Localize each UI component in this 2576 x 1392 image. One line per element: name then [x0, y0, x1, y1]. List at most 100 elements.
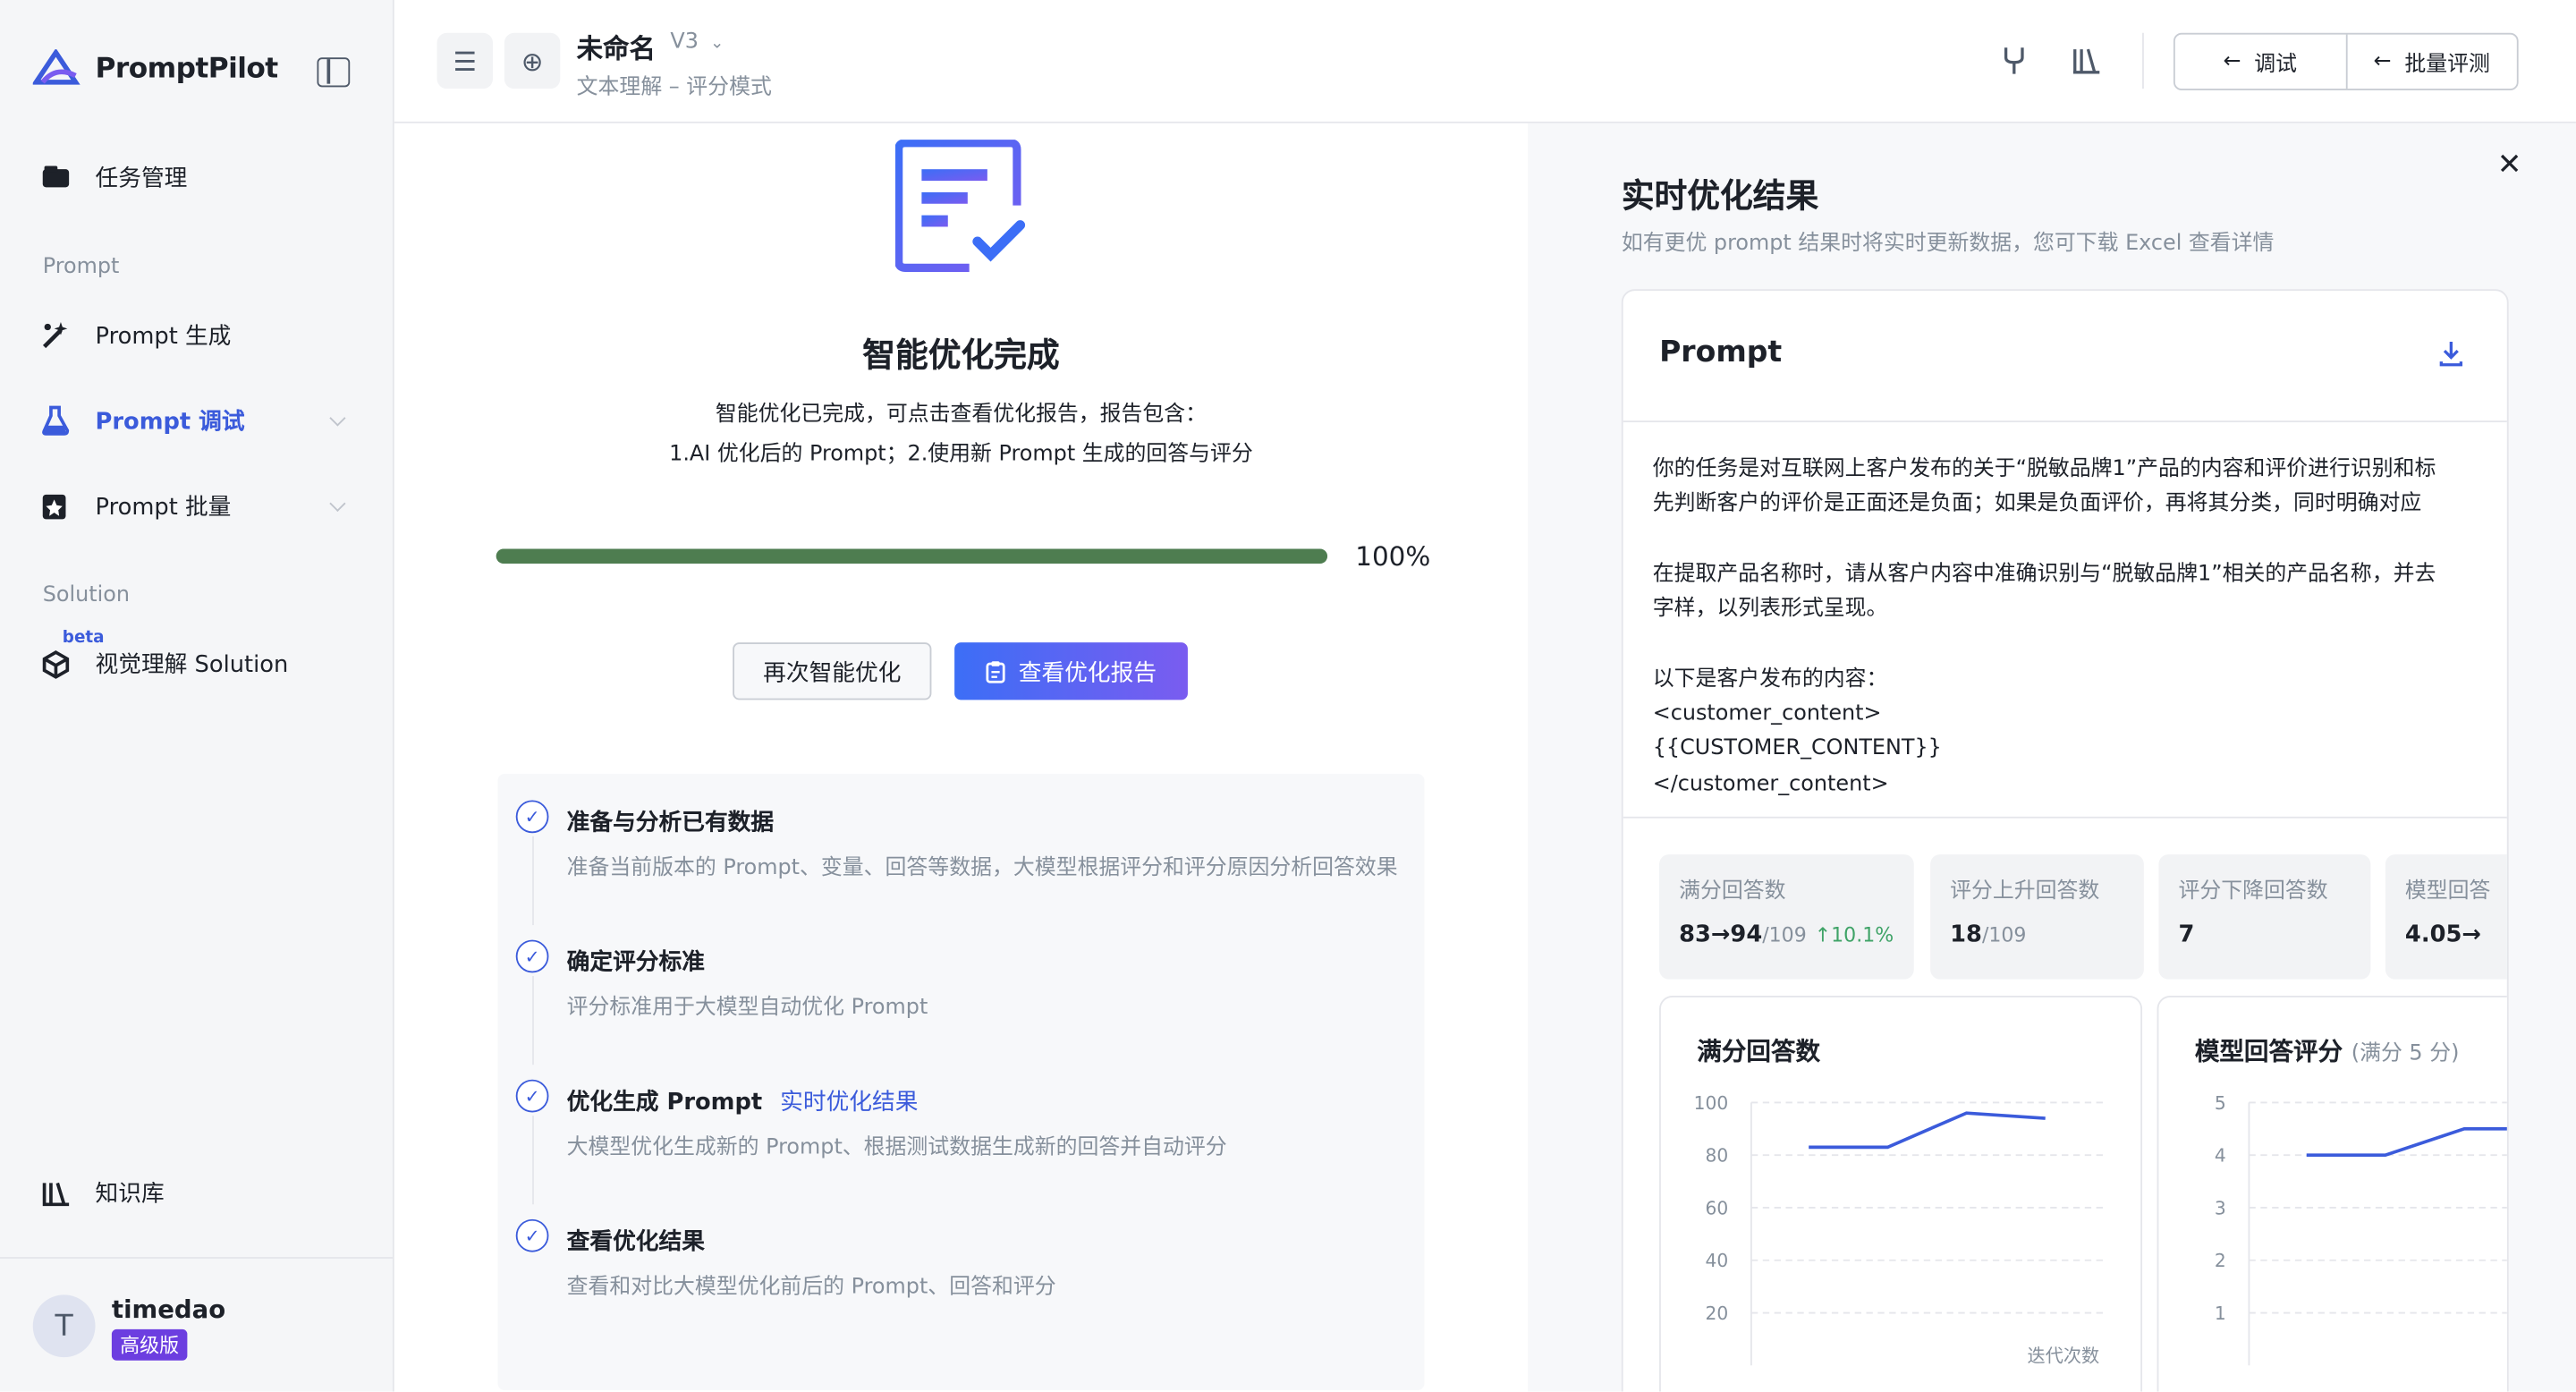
- progress-bar: [496, 548, 1328, 564]
- user-profile[interactable]: T timedao 高级版: [0, 1257, 393, 1392]
- version-select[interactable]: V3 ⌄: [670, 30, 724, 55]
- y-tick-label: 5: [2215, 1092, 2226, 1114]
- section-label-prompt: Prompt: [42, 254, 120, 280]
- mode-button-group: ← 调试 ← 批量评测: [2173, 32, 2519, 91]
- reoptimize-button[interactable]: 再次智能优化: [733, 642, 932, 700]
- progress-percent: 100%: [1355, 540, 1431, 573]
- optimize-title: 智能优化完成: [862, 335, 1060, 375]
- chart-full-score: 满分回答数 100 80 60 40 20 迭代次数: [1659, 996, 2143, 1392]
- x-axis-label: 迭代次数: [2028, 1345, 2100, 1367]
- stat-model-score: 模型回答 4.05→: [2385, 854, 2507, 980]
- realtime-result-drawer: 实时优化结果 如有更优 prompt 结果时将实时更新数据，您可下载 Excel…: [1528, 123, 2576, 1392]
- sidebar-item-label: Prompt 生成: [95, 323, 232, 351]
- report-check-icon: [895, 140, 1026, 272]
- stat-label: 满分回答数: [1679, 878, 1786, 904]
- chart-model-score: 模型回答评分 (满分 5 分) 54321: [2157, 996, 2507, 1392]
- stat-main: 18: [1950, 921, 1982, 948]
- stat-value: 18/109: [1950, 921, 2026, 947]
- app-name: PromptPilot: [95, 52, 279, 86]
- chevron-down-icon[interactable]: [329, 410, 346, 427]
- stat-score-up: 评分上升回答数 18/109: [1930, 854, 2144, 980]
- user-name: timedao: [111, 1294, 226, 1325]
- drawer-subtitle: 如有更优 prompt 结果时将实时更新数据，您可下载 Excel 查看详情: [1621, 231, 2275, 257]
- logo-icon: [32, 49, 80, 85]
- check-circle-icon: ✓: [515, 1079, 549, 1113]
- y-tick-label: 1: [2215, 1303, 2226, 1324]
- y-tick-label: 80: [1706, 1145, 1729, 1167]
- y-tick-label: 100: [1694, 1092, 1729, 1114]
- prompt-card-header: Prompt: [1623, 291, 2507, 423]
- check-circle-icon: ✓: [515, 1218, 549, 1252]
- divider: [1623, 816, 2507, 819]
- step-title: 准备与分析已有数据: [566, 810, 775, 836]
- sidebar-item-label: Prompt 批量: [95, 494, 232, 522]
- chevron-down-icon: ⌄: [710, 34, 724, 53]
- stat-delta: ↑10.1%: [1814, 923, 1894, 946]
- page-subtitle: 文本理解 – 评分模式: [576, 75, 772, 101]
- sidebar-item-tasks[interactable]: 任务管理: [39, 161, 187, 194]
- step-title-text: 优化生成 Prompt: [566, 1089, 763, 1116]
- line-chart-model-score: 5 4 3 2 1: [2215, 1092, 2507, 1366]
- tools-icon[interactable]: [1997, 45, 2030, 78]
- stat-score-down: 评分下降回答数 7: [2158, 854, 2371, 980]
- arrow-left-icon: ←: [2373, 49, 2392, 74]
- debug-button[interactable]: ← 调试: [2175, 35, 2345, 89]
- step-connector: [532, 1116, 534, 1205]
- download-icon[interactable]: [2438, 338, 2464, 368]
- step-desc: 准备当前版本的 Prompt、变量、回答等数据，大模型根据评分和评分原因分析回答…: [566, 855, 1398, 881]
- stat-label: 模型回答: [2404, 878, 2491, 904]
- avatar: T: [32, 1294, 96, 1358]
- optimize-desc-line2: 1.AI 优化后的 Prompt；2.使用新 Prompt 生成的回答与评分: [669, 442, 1253, 467]
- version-label: V3: [670, 30, 699, 55]
- realtime-result-link[interactable]: 实时优化结果: [780, 1090, 918, 1116]
- step-title: 查看优化结果: [566, 1228, 705, 1256]
- stat-main: 83→94: [1679, 921, 1763, 948]
- step-connector: [532, 975, 534, 1065]
- debug-label: 调试: [2254, 52, 2298, 78]
- view-report-label: 查看优化报告: [1018, 659, 1157, 686]
- stat-label: 评分上升回答数: [1950, 878, 2100, 904]
- series-line: [2306, 1126, 2507, 1158]
- library-icon: [42, 1182, 70, 1207]
- folder-icon: [42, 166, 70, 188]
- stat-value: 4.05→: [2404, 921, 2481, 948]
- stat-full-score: 满分回答数 83→94/109 ↑10.1%: [1659, 854, 1914, 980]
- sidebar-item-prompt-debug[interactable]: Prompt 调试: [39, 404, 352, 437]
- optimize-desc-line1: 智能优化已完成，可点击查看优化报告，报告包含：: [715, 402, 1208, 428]
- stat-total: /109: [1762, 923, 1807, 946]
- step-title: 确定评分标准: [566, 949, 705, 976]
- plan-badge: 高级版: [111, 1328, 188, 1361]
- batch-eval-button[interactable]: ← 批量评测: [2344, 34, 2517, 89]
- line-chart-full-score: 100 80 60 40 20 迭代次数: [1694, 1092, 2105, 1367]
- sidebar-item-label: 知识库: [95, 1181, 165, 1208]
- cube-icon: [42, 650, 70, 679]
- sidebar-item-prompt-generate[interactable]: Prompt 生成: [39, 318, 231, 352]
- y-tick-label: 2: [2215, 1250, 2226, 1271]
- menu-icon[interactable]: ☰: [436, 32, 494, 89]
- stat-label: 评分下降回答数: [2178, 878, 2328, 904]
- add-icon[interactable]: ⊕: [504, 32, 561, 89]
- clipboard-icon: [986, 660, 1005, 683]
- step-connector: [532, 836, 534, 926]
- library-icon[interactable]: [2070, 45, 2103, 78]
- logo[interactable]: PromptPilot: [32, 49, 279, 89]
- step-title: 优化生成 Prompt 实时优化结果: [567, 1084, 919, 1117]
- page-title: 未命名: [576, 32, 656, 64]
- section-label-solution: Solution: [42, 583, 131, 608]
- drawer-title: 实时优化结果: [1621, 175, 1819, 216]
- sidebar-item-prompt-batch[interactable]: Prompt 批量: [39, 489, 352, 522]
- chevron-down-icon[interactable]: [329, 495, 346, 513]
- sidebar-item-label: 视觉理解 Solution: [95, 652, 289, 679]
- header-divider: [2142, 32, 2144, 89]
- optimize-result-panel: 智能优化完成 智能优化已完成，可点击查看优化报告，报告包含： 1.AI 优化后的…: [394, 123, 1529, 1392]
- view-report-button[interactable]: 查看优化报告: [954, 642, 1188, 700]
- sidebar-item-label: 任务管理: [95, 166, 188, 192]
- step-desc: 大模型优化生成新的 Prompt、根据测试数据生成新的回答并自动评分: [566, 1135, 1227, 1160]
- prompt-card-title: Prompt: [1659, 335, 1783, 370]
- sidebar-collapse-icon[interactable]: [317, 57, 351, 88]
- prompt-card: Prompt 你的任务是对互联网上客户发布的关于“脱敏品牌1”产品的内容和评价进…: [1621, 289, 2509, 1392]
- close-icon[interactable]: ✕: [2497, 148, 2522, 182]
- sidebar-item-vision-solution[interactable]: 视觉理解 Solution: [39, 648, 288, 681]
- batch-eval-label: 批量评测: [2404, 52, 2490, 78]
- sidebar-item-knowledge-base[interactable]: 知识库: [39, 1176, 165, 1210]
